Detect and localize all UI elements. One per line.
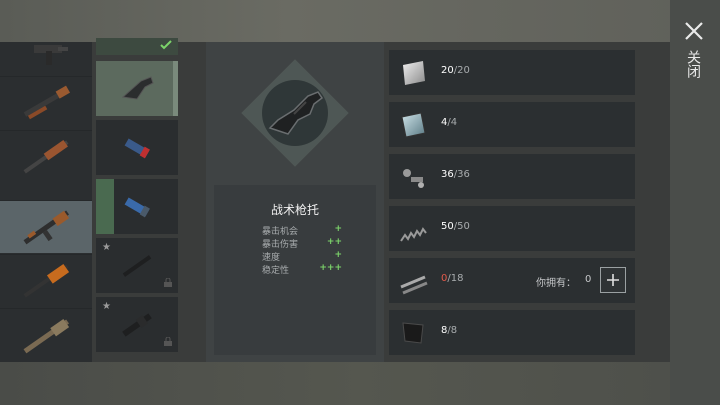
material-row-rubber: 8/8 <box>389 310 635 355</box>
carbine-icon <box>23 318 70 353</box>
material-row-glass: 4/4 <box>389 102 635 147</box>
suppressor-icon <box>122 312 152 337</box>
close-icon <box>685 22 703 40</box>
material-count: 4/4 <box>441 117 458 128</box>
tactical-stock-icon <box>268 91 324 135</box>
material-count: 20/20 <box>441 65 470 76</box>
close-label[interactable]: 关闭 <box>683 50 703 78</box>
close-button[interactable] <box>683 20 705 42</box>
background-top <box>0 0 720 42</box>
glass-plate-icon <box>401 112 426 138</box>
part-preview <box>241 59 349 167</box>
weapon-slot-sniper[interactable] <box>0 254 92 307</box>
weapon-slot-smg[interactable] <box>0 32 92 72</box>
part-slot-tactical-stock[interactable] <box>96 61 178 116</box>
stat-speed: 速度 + <box>262 250 342 263</box>
part-slot-scope-a[interactable] <box>96 120 178 175</box>
hunting-rifle-icon <box>23 139 69 174</box>
material-count: 0/18 <box>441 273 464 284</box>
material-row-rods: 0/18 你拥有： 0 <box>389 258 635 303</box>
stat-label: 暴击机会 <box>262 227 299 237</box>
background-bottom <box>0 362 720 405</box>
stat-value: + <box>334 250 342 260</box>
weapon-slot-carbine[interactable] <box>0 308 92 362</box>
part-detail-panel: 战术枪托 暴击机会 + 暴击伤害 ++ 速度 + 稳定性 +++ <box>206 42 384 362</box>
material-count: 50/50 <box>441 221 470 232</box>
sniper-rifle-icon <box>23 263 70 298</box>
metal-plate-icon <box>403 61 425 85</box>
stat-label: 暴击伤害 <box>262 240 299 250</box>
weapon-slot-shotgun[interactable] <box>0 76 92 129</box>
stat-value: ++ <box>326 237 342 247</box>
checkmark-icon <box>160 40 172 50</box>
stat-crit-damage: 暴击伤害 ++ <box>262 237 342 250</box>
material-count: 8/8 <box>441 325 458 336</box>
stat-stability: 稳定性 +++ <box>262 263 342 276</box>
plus-icon <box>607 274 619 286</box>
attachment-list: ★ ★ <box>96 38 180 357</box>
star-icon: ★ <box>102 242 111 253</box>
part-info: 战术枪托 暴击机会 + 暴击伤害 ++ 速度 + 稳定性 +++ <box>214 185 376 355</box>
stat-value: + <box>334 224 342 234</box>
smg-icon <box>34 45 68 65</box>
weapon-slot-assault-rifle[interactable] <box>0 200 92 253</box>
selection-bar <box>173 61 178 116</box>
material-row-metal-plate: 20/20 <box>389 50 635 95</box>
material-count: 36/36 <box>441 169 470 180</box>
owned-count: 0 <box>585 274 592 285</box>
spring-icon <box>400 227 427 242</box>
scope-variant-icon <box>124 197 150 217</box>
part-slot-locked-barrel[interactable]: ★ <box>96 238 178 293</box>
part-name: 战术枪托 <box>270 203 319 217</box>
scope-icon <box>124 138 150 158</box>
rubber-icon <box>402 322 424 344</box>
lock-icon <box>164 278 172 287</box>
add-material-button[interactable] <box>600 267 626 293</box>
stat-label: 速度 <box>262 253 281 263</box>
stat-value: +++ <box>319 263 342 273</box>
material-row-bolts: 36/36 <box>389 154 635 199</box>
shotgun-icon <box>23 85 71 120</box>
part-slot-scope-b[interactable] <box>96 179 178 234</box>
part-slot-installed[interactable] <box>96 38 178 55</box>
material-row-spring: 50/50 <box>389 206 635 251</box>
lock-icon <box>164 337 172 346</box>
assault-rifle-icon <box>23 210 70 245</box>
owned-label: 你拥有： <box>536 278 576 289</box>
bolts-icon <box>403 169 424 188</box>
stat-label: 稳定性 <box>262 266 290 276</box>
rods-icon <box>400 275 428 295</box>
weapon-slot-rifle[interactable] <box>0 130 92 183</box>
stat-crit-chance: 暴击机会 + <box>262 224 342 237</box>
tactical-stock-icon <box>121 75 154 100</box>
star-icon: ★ <box>102 301 111 312</box>
barrel-icon <box>122 254 152 277</box>
weapon-list <box>0 42 92 362</box>
part-slot-locked-suppressor[interactable]: ★ <box>96 297 178 352</box>
